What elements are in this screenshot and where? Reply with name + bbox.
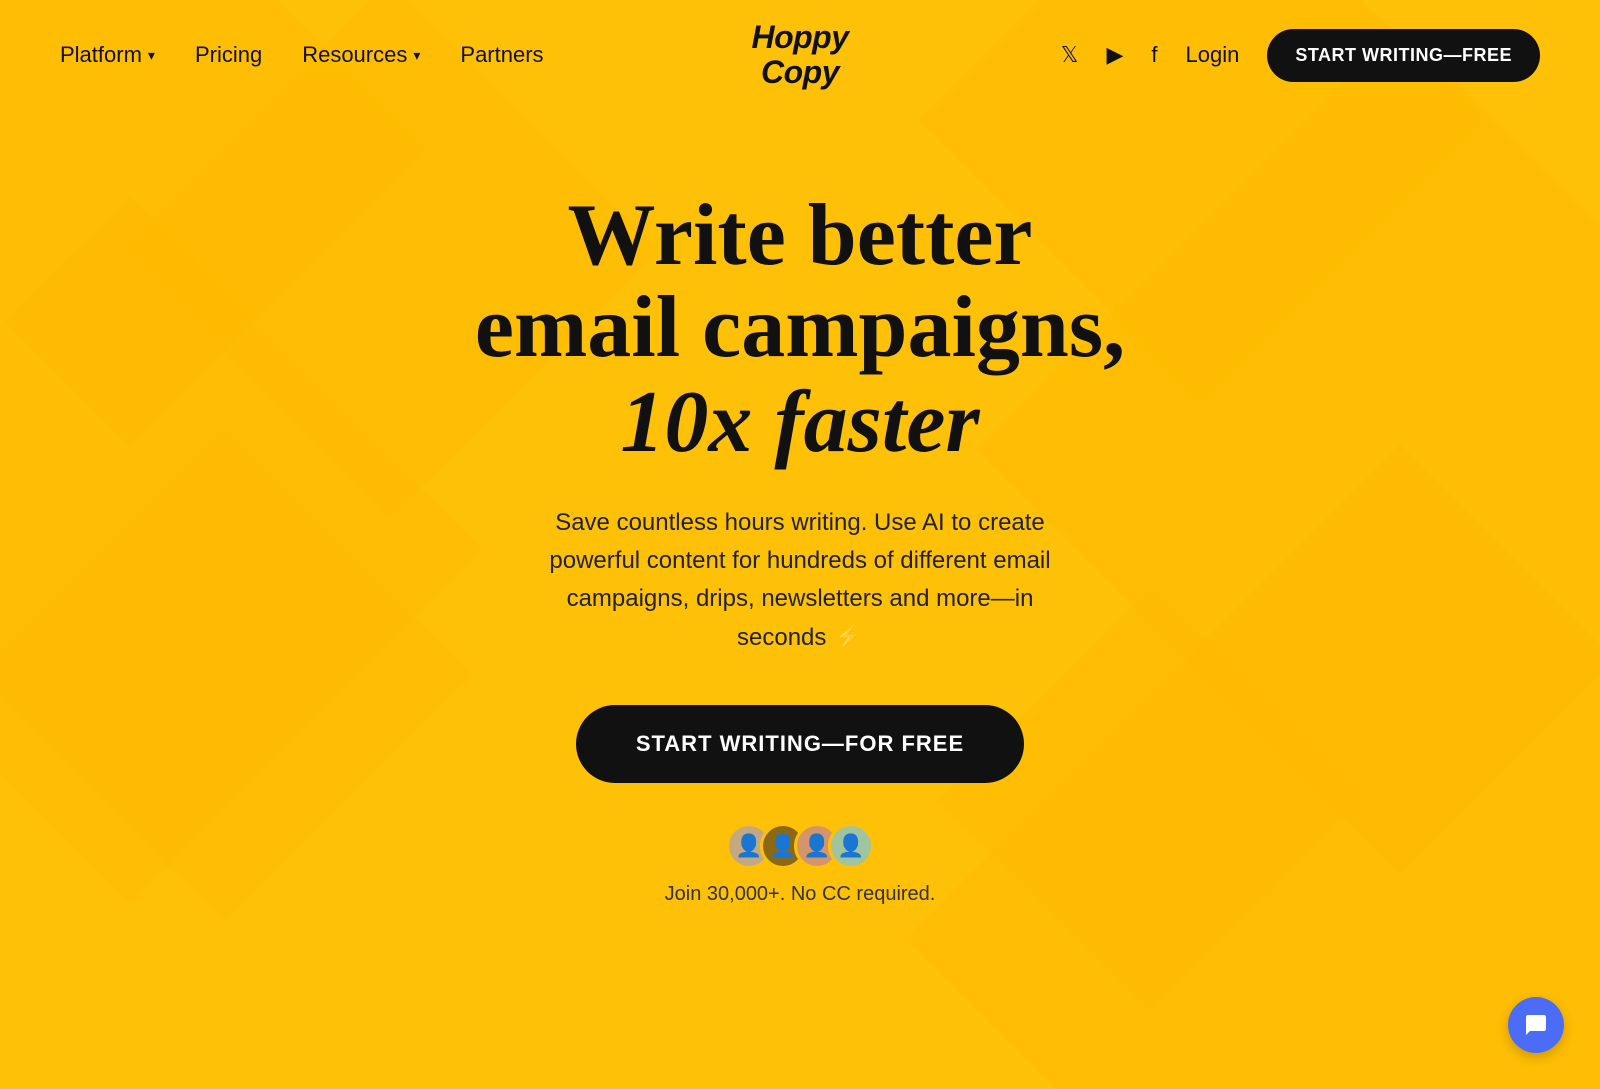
hero-subtext: Save countless hours writing. Use AI to …: [520, 504, 1080, 658]
navigation: Platform ▾ Pricing Resources ▾ Partners …: [0, 0, 1600, 110]
nav-partners-label: Partners: [460, 42, 543, 68]
hero-line1: Write better: [567, 187, 1032, 284]
logo-line2: Copy: [751, 55, 848, 90]
nav-platform-label: Platform: [60, 42, 142, 68]
hero-cta-button[interactable]: START WRITING—FOR FREE: [576, 705, 1024, 783]
hero-headline-text: Write better email campaigns, 10x faster: [475, 190, 1125, 472]
chat-icon: [1524, 1013, 1548, 1037]
nav-platform[interactable]: Platform ▾: [60, 42, 155, 68]
hero-line3: 10x faster: [620, 374, 979, 471]
hero-section: Write better email campaigns, 10x faster…: [0, 110, 1600, 906]
youtube-icon[interactable]: ▶: [1106, 42, 1123, 68]
nav-left: Platform ▾ Pricing Resources ▾ Partners: [60, 42, 544, 68]
social-proof-text: Join 30,000+. No CC required.: [665, 883, 936, 906]
logo-line1: Hoppy: [751, 20, 848, 55]
hero-headline: Write better email campaigns, 10x faster: [475, 190, 1125, 472]
hero-line2: email campaigns,: [475, 279, 1125, 376]
avatar-4: 👤: [828, 823, 874, 869]
site-logo[interactable]: Hoppy Copy: [751, 20, 848, 90]
nav-right: 𝕏 ▶ f Login START WRITING—FREE: [1061, 29, 1540, 82]
nav-pricing[interactable]: Pricing: [195, 42, 262, 68]
nav-cta-button[interactable]: START WRITING—FREE: [1267, 29, 1540, 82]
nav-resources[interactable]: Resources ▾: [302, 42, 420, 68]
avatar-group: 👤 👤 👤 👤: [726, 823, 874, 869]
chevron-down-icon-2: ▾: [413, 47, 420, 64]
chat-support-button[interactable]: [1508, 997, 1564, 1053]
login-link[interactable]: Login: [1186, 42, 1240, 68]
nav-pricing-label: Pricing: [195, 42, 262, 68]
nav-partners[interactable]: Partners: [460, 42, 543, 68]
chevron-down-icon: ▾: [148, 47, 155, 64]
social-proof-avatars: 👤 👤 👤 👤: [726, 823, 874, 869]
facebook-icon[interactable]: f: [1151, 42, 1157, 68]
twitter-icon[interactable]: 𝕏: [1061, 42, 1079, 68]
nav-resources-label: Resources: [302, 42, 407, 68]
